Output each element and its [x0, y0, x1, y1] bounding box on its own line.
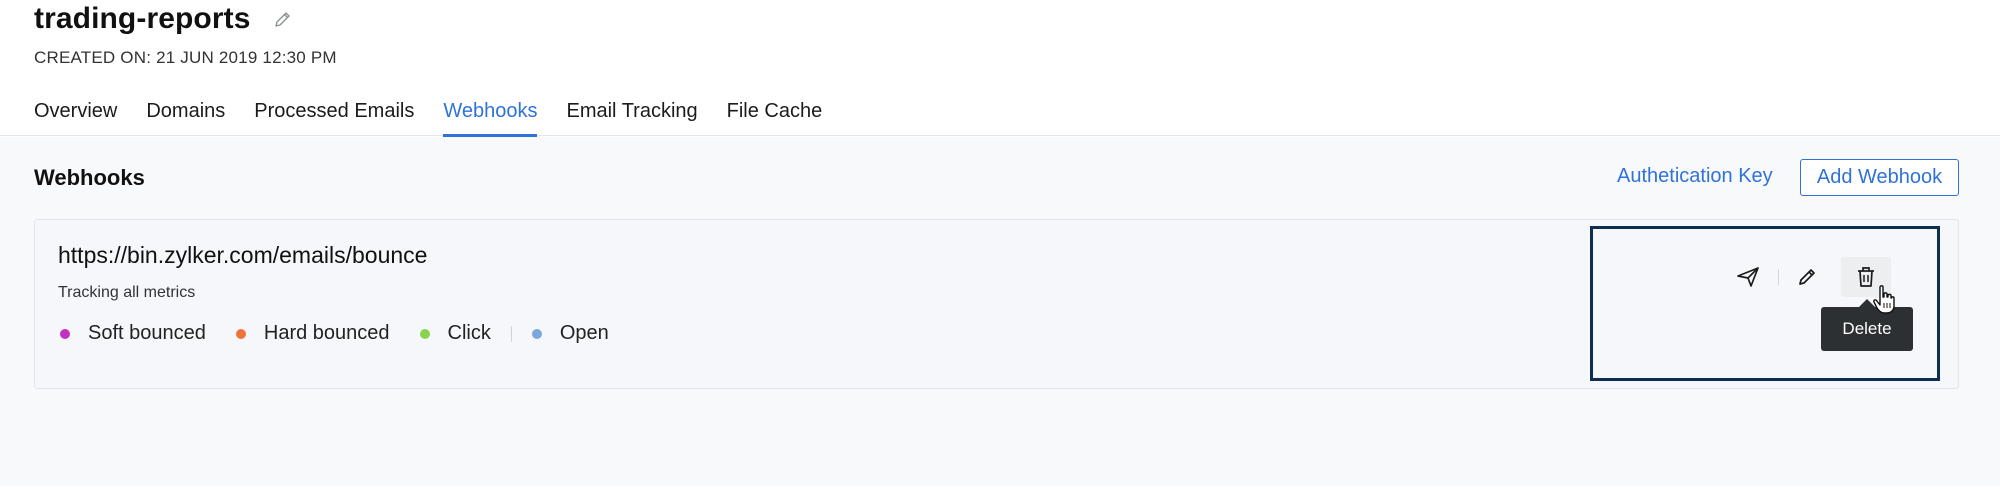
tab-overview[interactable]: Overview — [34, 100, 117, 136]
metric-label: Open — [559, 322, 609, 344]
tab-file-cache[interactable]: File Cache — [727, 100, 823, 136]
status-dot — [60, 328, 70, 339]
title-row: trading-reports — [34, 2, 293, 36]
metric-soft-bounced: Soft bounced — [60, 322, 206, 345]
page-header: trading-reports CREATED ON: 21 JUN 2019 … — [0, 0, 2000, 137]
tab-processed-emails[interactable]: Processed Emails — [254, 100, 414, 136]
tab-domains[interactable]: Domains — [146, 100, 225, 136]
metric-label: Hard bounced — [263, 322, 390, 344]
metric-click: Click — [419, 322, 491, 345]
edit-title-icon[interactable] — [273, 9, 293, 29]
metric-open: Open — [531, 322, 609, 345]
tab-bar: Overview Domains Processed Emails Webhoo… — [34, 100, 851, 137]
page-title: trading-reports — [34, 2, 251, 35]
webhook-url: https://bin.zylker.com/emails/bounce — [58, 242, 428, 268]
status-dot — [531, 328, 542, 339]
metric-label: Soft bounced — [88, 322, 206, 344]
authentication-key-link[interactable]: Authetication Key — [1617, 165, 1773, 188]
add-webhook-button[interactable]: Add Webhook — [1800, 159, 1959, 196]
created-on: CREATED ON: 21 JUN 2019 12:30 PM — [34, 48, 337, 68]
actions-highlight — [1590, 226, 1940, 381]
section-title: Webhooks — [34, 165, 145, 190]
metric-divider — [510, 325, 512, 342]
created-value: 21 JUN 2019 12:30 PM — [156, 48, 337, 67]
tab-webhooks[interactable]: Webhooks — [443, 100, 538, 137]
metrics-list: Soft bounced Hard bounced Click Open — [60, 322, 639, 345]
status-dot — [235, 328, 246, 339]
created-label: CREATED ON: — [34, 48, 152, 67]
metric-label: Click — [447, 322, 491, 344]
tab-email-tracking[interactable]: Email Tracking — [566, 100, 697, 136]
metric-hard-bounced: Hard bounced — [235, 322, 390, 345]
webhook-subtitle: Tracking all metrics — [58, 284, 196, 301]
status-dot — [419, 328, 430, 339]
